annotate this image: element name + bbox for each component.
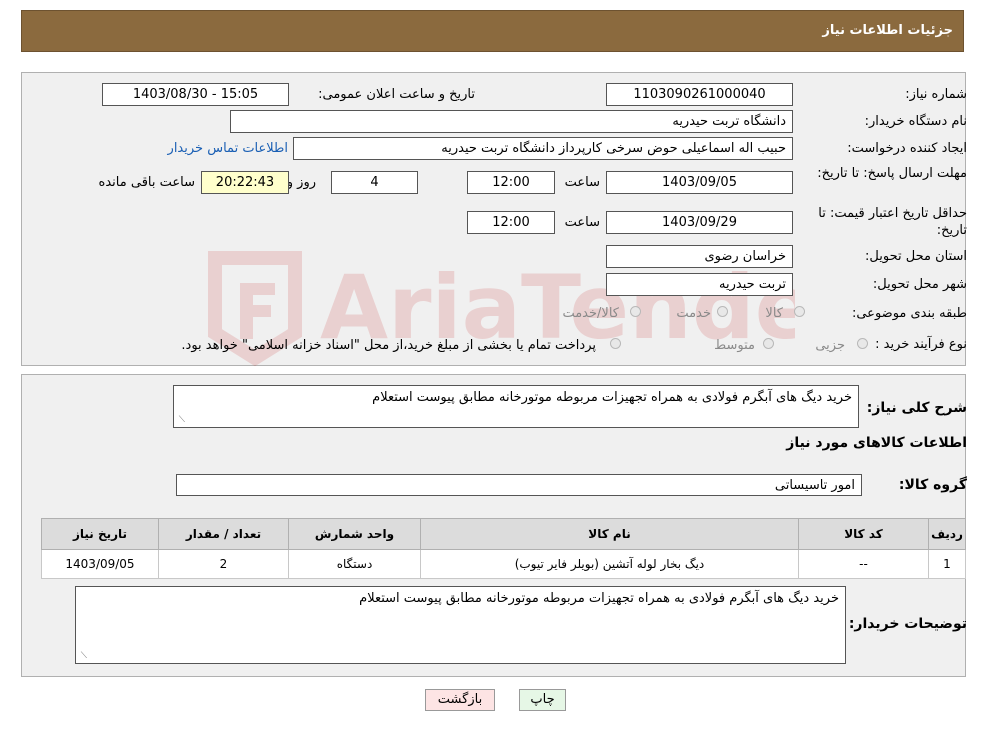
buyer-org-field: دانشگاه تربت حیدریه bbox=[230, 110, 793, 133]
buyer-notes-label: توضیحات خریدار: bbox=[848, 616, 967, 632]
cell-code: -- bbox=[798, 549, 929, 579]
back-button[interactable]: بازگشت bbox=[425, 689, 495, 711]
table-row: 1 -- دیگ بخار لوله آتشین (بویلر فایر تیو… bbox=[41, 549, 966, 579]
city-label: شهر محل تحویل: bbox=[872, 277, 967, 292]
buyer-contact-link[interactable]: اطلاعات تماس خریدار bbox=[168, 141, 288, 156]
remaining-label: ساعت باقی مانده bbox=[98, 175, 195, 190]
validity-label: حداقل تاریخ اعتبار قیمت: تا تاریخ: bbox=[818, 206, 967, 238]
col-code: کد کالا bbox=[798, 518, 929, 550]
process-label: نوع فرآیند خرید : bbox=[875, 337, 967, 352]
process-radio-treasury[interactable] bbox=[610, 338, 621, 349]
province-field: خراسان رضوی bbox=[606, 245, 793, 268]
announce-label: تاریخ و ساعت اعلان عمومی: bbox=[318, 87, 475, 102]
days-field: 4 bbox=[331, 171, 418, 194]
category-option-goods-service: کالا/خدمت bbox=[562, 306, 619, 321]
col-qty: تعداد / مقدار bbox=[158, 518, 289, 550]
cell-date: 1403/09/05 bbox=[41, 549, 159, 579]
col-row: ردیف bbox=[928, 518, 966, 550]
category-option-service: خدمت bbox=[676, 306, 711, 321]
table-header-row: ردیف کد کالا نام کالا واحد شمارش تعداد /… bbox=[41, 518, 966, 550]
category-radio-goods[interactable] bbox=[794, 306, 805, 317]
page-header: جزئیات اطلاعات نیاز bbox=[21, 10, 964, 52]
print-button[interactable]: چاپ bbox=[519, 689, 566, 711]
creator-label: ایجاد کننده درخواست: bbox=[847, 141, 967, 156]
validity-time-field: 12:00 bbox=[467, 211, 555, 234]
cell-name: دیگ بخار لوله آتشین (بویلر فایر تیوب) bbox=[420, 549, 799, 579]
province-label: استان محل تحویل: bbox=[865, 249, 967, 264]
validity-date-field: 1403/09/29 bbox=[606, 211, 793, 234]
validity-time-label: ساعت bbox=[564, 215, 600, 230]
announce-field: 1403/08/30 - 15:05 bbox=[102, 83, 289, 106]
col-date: تاریخ نیاز bbox=[41, 518, 159, 550]
process-radio-medium[interactable] bbox=[763, 338, 774, 349]
process-radio-minor[interactable] bbox=[857, 338, 868, 349]
summary-textarea[interactable]: خرید دیگ های آبگرم فولادی به همراه تجهیز… bbox=[173, 385, 859, 428]
cell-row: 1 bbox=[928, 549, 966, 579]
days-label: روز و bbox=[286, 175, 316, 190]
page-title: جزئیات اطلاعات نیاز bbox=[822, 23, 953, 38]
cell-qty: 2 bbox=[158, 549, 289, 579]
need-number-field: 1103090261000040 bbox=[606, 83, 793, 106]
summary-text: خرید دیگ های آبگرم فولادی به همراه تجهیز… bbox=[372, 390, 852, 405]
need-number-label: شماره نیاز: bbox=[905, 87, 967, 102]
cell-unit: دستگاه bbox=[288, 549, 421, 579]
summary-label: شرح کلی نیاز: bbox=[866, 400, 967, 416]
category-label: طبقه بندی موضوعی: bbox=[851, 306, 967, 321]
deadline-label: مهلت ارسال پاسخ: تا تاریخ: bbox=[817, 166, 967, 181]
resize-grip-icon[interactable]: ⟋ bbox=[78, 652, 87, 661]
goods-group-label: گروه کالا: bbox=[898, 477, 967, 493]
col-unit: واحد شمارش bbox=[288, 518, 421, 550]
category-option-goods: کالا bbox=[765, 306, 783, 321]
process-note: پرداخت تمام یا بخشی از مبلغ خرید،از محل … bbox=[181, 338, 596, 353]
announce-value: 1403/08/30 - 15:05 bbox=[132, 87, 259, 102]
category-radio-goods-service[interactable] bbox=[630, 306, 641, 317]
goods-info-title: اطلاعات کالاهای مورد نیاز bbox=[786, 435, 967, 451]
goods-group-field: امور تاسیساتی bbox=[176, 474, 862, 496]
buyer-notes-text: خرید دیگ های آبگرم فولادی به همراه تجهیز… bbox=[359, 591, 839, 606]
process-option-medium: متوسط bbox=[714, 338, 755, 353]
category-radio-service[interactable] bbox=[717, 306, 728, 317]
resize-grip-icon[interactable]: ⟋ bbox=[176, 416, 185, 425]
col-name: نام کالا bbox=[420, 518, 799, 550]
process-option-minor: جزیی bbox=[815, 338, 845, 353]
remaining-time-field: 20:22:43 bbox=[201, 171, 289, 194]
deadline-time-field: 12:00 bbox=[467, 171, 555, 194]
deadline-date-field: 1403/09/05 bbox=[606, 171, 793, 194]
goods-table: ردیف کد کالا نام کالا واحد شمارش تعداد /… bbox=[41, 518, 966, 579]
buyer-org-label: نام دستگاه خریدار: bbox=[864, 114, 967, 129]
creator-field: حبیب اله اسماعیلی حوض سرخی کارپرداز دانش… bbox=[293, 137, 793, 160]
deadline-time-label: ساعت bbox=[564, 175, 600, 190]
buyer-notes-textarea[interactable]: خرید دیگ های آبگرم فولادی به همراه تجهیز… bbox=[75, 586, 846, 664]
city-field: تربت حیدریه bbox=[606, 273, 793, 296]
